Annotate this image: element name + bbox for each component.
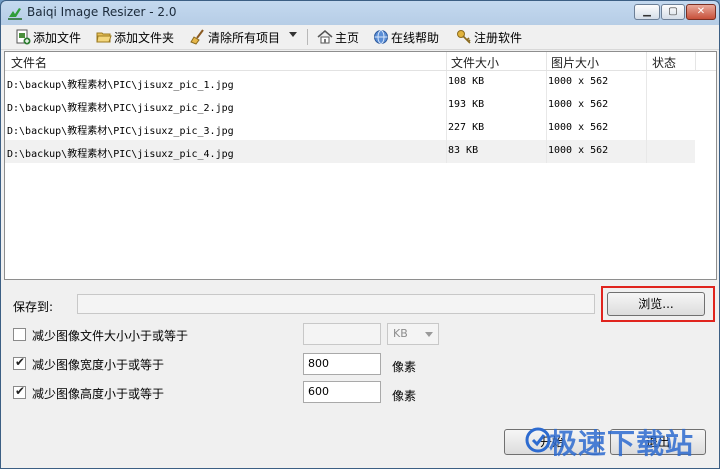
- cell-divider: [446, 117, 447, 140]
- row-filesize: 83 KB: [448, 145, 479, 156]
- row-filename: D:\backup\教程素材\PIC\jisuxz_pic_1.jpg: [7, 80, 234, 91]
- window-title: Baiqi Image Resizer - 2.0: [27, 5, 177, 19]
- cell-divider: [546, 117, 547, 140]
- online-help-label: 在线帮助: [391, 30, 440, 45]
- cell-divider: [646, 140, 647, 163]
- add-file-label: 添加文件: [33, 30, 82, 45]
- maximize-button[interactable]: ▢: [661, 4, 685, 20]
- cell-divider: [446, 140, 447, 163]
- home-button[interactable]: 主页: [317, 28, 359, 46]
- add-folder-label: 添加文件夹: [114, 30, 175, 45]
- column-header-dimensions[interactable]: 图片大小: [551, 54, 599, 71]
- height-unit-label: 像素: [392, 389, 417, 403]
- table-row[interactable]: D:\backup\教程素材\PIC\jisuxz_pic_3.jpg 227 …: [5, 117, 695, 140]
- reduce-width-label: 减少图像宽度小于或等于: [32, 358, 165, 372]
- clear-all-label: 清除所有项目: [208, 30, 281, 45]
- register-label: 注册软件: [474, 30, 523, 45]
- watermark-logo-icon: [525, 427, 551, 453]
- reduce-filesize-label: 减少图像文件大小小于或等于: [32, 329, 189, 343]
- clear-all-button[interactable]: 清除所有项目: [190, 28, 280, 46]
- add-file-icon: [16, 29, 31, 45]
- cell-divider: [446, 94, 447, 117]
- column-divider: [646, 52, 647, 70]
- width-unit-label: 像素: [392, 360, 417, 374]
- table-row[interactable]: D:\backup\教程素材\PIC\jisuxz_pic_2.jpg 193 …: [5, 94, 695, 117]
- column-header-filename[interactable]: 文件名: [11, 54, 47, 71]
- row-filename: D:\backup\教程素材\PIC\jisuxz_pic_2.jpg: [7, 103, 234, 114]
- reduce-height-label: 减少图像高度小于或等于: [32, 387, 165, 401]
- row-filesize: 193 KB: [448, 99, 485, 110]
- minimize-button[interactable]: ▁: [634, 4, 660, 20]
- clear-dropdown-chevron-icon[interactable]: [289, 32, 297, 37]
- help-globe-icon: [374, 30, 388, 44]
- key-icon: [457, 30, 471, 44]
- save-to-label: 保存到:: [13, 300, 54, 314]
- close-button[interactable]: ✕: [686, 4, 716, 20]
- reduce-height-checkbox[interactable]: ✔: [13, 384, 26, 399]
- reduce-filesize-checkbox[interactable]: [13, 328, 26, 341]
- file-list[interactable]: 文件名 文件大小 图片大小 状态 D:\backup\教程素材\PIC\jisu…: [4, 51, 717, 280]
- home-icon: [317, 30, 333, 44]
- column-header-status[interactable]: 状态: [652, 54, 676, 71]
- app-logo-icon: [8, 8, 22, 20]
- app-window: Baiqi Image Resizer - 2.0 ▁ ▢ ✕ 添加文件 添加文…: [0, 0, 720, 469]
- cell-divider: [646, 94, 647, 117]
- home-label: 主页: [335, 30, 360, 45]
- online-help-button[interactable]: 在线帮助: [373, 28, 439, 46]
- width-input[interactable]: 800: [303, 353, 381, 375]
- save-path-input[interactable]: [77, 294, 595, 314]
- row-filesize: 108 KB: [448, 76, 485, 87]
- cell-divider: [546, 140, 547, 163]
- checkmark-icon: ✔: [15, 355, 26, 369]
- watermark-text: 极速下载站: [549, 427, 695, 460]
- cell-divider: [546, 94, 547, 117]
- toolbar-separator: [307, 29, 308, 45]
- row-dimensions: 1000 x 562: [548, 145, 609, 156]
- broom-icon: [190, 29, 204, 45]
- add-folder-button[interactable]: 添加文件夹: [96, 28, 174, 46]
- file-list-header: 文件名 文件大小 图片大小 状态: [5, 52, 716, 71]
- table-row[interactable]: D:\backup\教程素材\PIC\jisuxz_pic_4.jpg 83 K…: [5, 140, 695, 163]
- row-dimensions: 1000 x 562: [548, 76, 609, 87]
- chevron-down-icon: [425, 332, 433, 337]
- title-bar[interactable]: Baiqi Image Resizer - 2.0 ▁ ▢ ✕: [1, 1, 719, 25]
- cell-divider: [646, 117, 647, 140]
- filesize-unit-select[interactable]: KB: [387, 323, 439, 345]
- column-divider: [446, 52, 447, 70]
- cell-divider: [546, 71, 547, 94]
- column-divider: [546, 52, 547, 70]
- row-filename: D:\backup\教程素材\PIC\jisuxz_pic_3.jpg: [7, 126, 234, 137]
- row-dimensions: 1000 x 562: [548, 122, 609, 133]
- cell-divider: [646, 71, 647, 94]
- table-row[interactable]: D:\backup\教程素材\PIC\jisuxz_pic_1.jpg 108 …: [5, 71, 695, 94]
- toolbar: 添加文件 添加文件夹 清除所有项目 主页 在线帮助 注册软件: [1, 25, 719, 50]
- reduce-width-checkbox[interactable]: ✔: [13, 355, 26, 370]
- row-filesize: 227 KB: [448, 122, 485, 133]
- height-input[interactable]: 600: [303, 381, 381, 403]
- checkmark-icon: ✔: [15, 384, 26, 398]
- cell-divider: [446, 71, 447, 94]
- register-button[interactable]: 注册软件: [456, 28, 522, 46]
- row-dimensions: 1000 x 562: [548, 99, 609, 110]
- row-filename: D:\backup\教程素材\PIC\jisuxz_pic_4.jpg: [7, 149, 234, 160]
- column-divider: [695, 52, 696, 70]
- filesize-input[interactable]: [303, 323, 381, 345]
- add-folder-icon: [96, 32, 112, 43]
- add-file-button[interactable]: 添加文件: [15, 28, 81, 46]
- column-header-filesize[interactable]: 文件大小: [451, 54, 499, 71]
- highlight-box: [601, 286, 715, 322]
- filesize-unit-value: KB: [393, 327, 408, 340]
